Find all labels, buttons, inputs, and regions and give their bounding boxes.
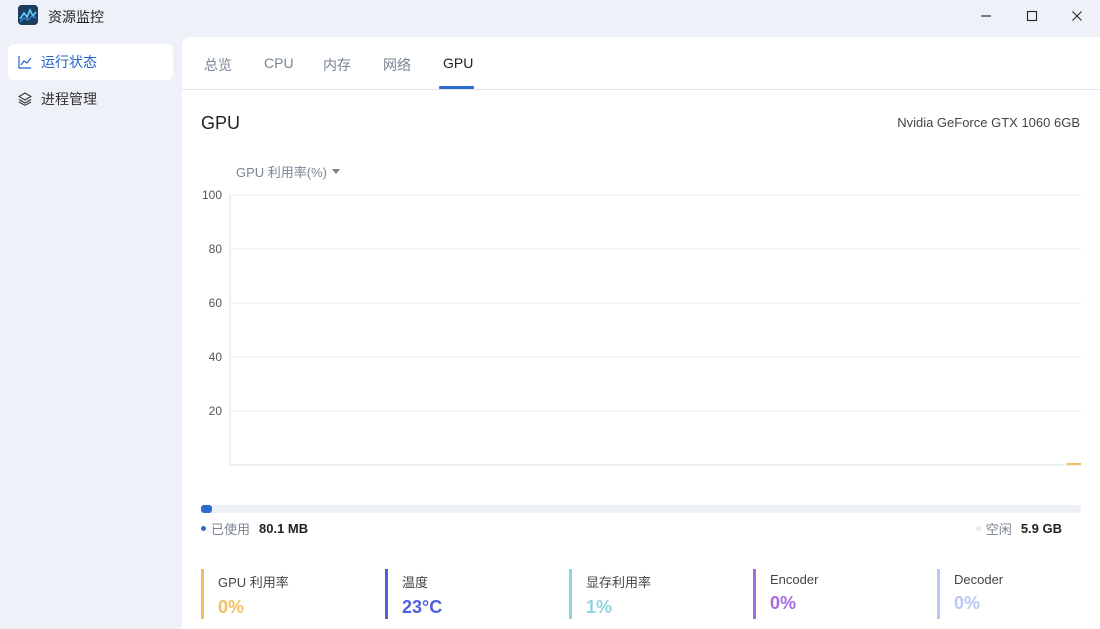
sidebar-item-running-status[interactable]: 运行状态 — [8, 44, 173, 80]
gpu-usage-chart: 100 80 60 40 20 — [202, 188, 1081, 466]
y-tick-label: 40 — [209, 350, 223, 364]
memory-usage-bar — [201, 505, 1081, 513]
tab-memory[interactable]: 内存 — [323, 55, 351, 75]
page-title: GPU — [201, 113, 241, 133]
y-tick-label: 60 — [209, 296, 223, 310]
memory-free-value: 5.9 GB — [1020, 521, 1062, 536]
caret-down-icon — [332, 169, 341, 174]
tab-overview[interactable]: 总览 — [204, 55, 232, 75]
memory-usage-bar-fill — [201, 505, 213, 513]
tab-network[interactable]: 网络 — [383, 55, 411, 75]
stat-temperature: 温度 23°C — [385, 569, 442, 619]
stat-value: 1% — [586, 597, 613, 617]
sidebar-item-process-management[interactable]: 进程管理 — [8, 81, 173, 117]
stat-label: Decoder — [954, 572, 1004, 587]
maximize-button[interactable] — [1009, 0, 1055, 32]
y-tick-label: 80 — [209, 242, 223, 256]
memory-used-label: 已使用 — [211, 522, 251, 537]
tab-gpu[interactable]: GPU — [443, 55, 473, 71]
line-chart-icon — [18, 55, 32, 69]
stat-value: 0% — [770, 593, 797, 613]
stat-vram-utilization: 显存利用率 1% — [569, 569, 651, 619]
gpu-model-name: Nvidia GeForce GTX 1060 6GB — [897, 115, 1080, 130]
memory-used: 已使用 80.1 MB — [201, 519, 308, 538]
close-icon — [1072, 11, 1082, 21]
tab-cpu[interactable]: CPU — [264, 55, 294, 71]
app-logo-icon — [18, 5, 38, 25]
close-button[interactable] — [1054, 0, 1100, 32]
stat-label: 显存利用率 — [586, 575, 652, 590]
y-tick-label: 20 — [209, 404, 223, 418]
stat-decoder: Decoder 0% — [937, 569, 1003, 619]
minimize-icon — [981, 15, 991, 17]
stat-label: GPU 利用率 — [218, 575, 289, 590]
minimize-button[interactable] — [963, 0, 1009, 32]
y-tick-label: 100 — [202, 188, 222, 202]
title-bar: 资源监控 — [0, 0, 1100, 32]
stat-value: 0% — [218, 597, 245, 617]
stat-value: 23°C — [402, 597, 443, 617]
stat-gpu-utilization: GPU 利用率 0% — [201, 569, 289, 619]
tab-bar: 总览 CPU 内存 网络 GPU — [182, 37, 1100, 90]
maximize-icon — [1026, 10, 1038, 22]
layers-icon — [18, 92, 32, 106]
used-legend-dot — [201, 526, 206, 531]
stat-value: 0% — [954, 593, 981, 613]
free-legend-dot — [975, 526, 981, 531]
memory-free-label: 空闲 — [985, 522, 1012, 537]
active-tab-indicator — [439, 86, 474, 89]
stat-label: 温度 — [402, 575, 429, 590]
stat-encoder: Encoder 0% — [753, 569, 818, 619]
window-title: 资源监控 — [48, 9, 104, 25]
stat-label: Encoder — [770, 572, 819, 587]
memory-free: 空闲 5.9 GB — [975, 519, 1062, 538]
memory-used-value: 80.1 MB — [259, 521, 309, 536]
main-panel: 总览 CPU 内存 网络 GPU GPU Nvidia GeForce GTX … — [182, 37, 1100, 629]
sidebar-item-label: 运行状态 — [41, 54, 97, 70]
sidebar-item-label: 进程管理 — [41, 91, 97, 107]
sidebar: 运行状态 进程管理 — [8, 44, 173, 118]
